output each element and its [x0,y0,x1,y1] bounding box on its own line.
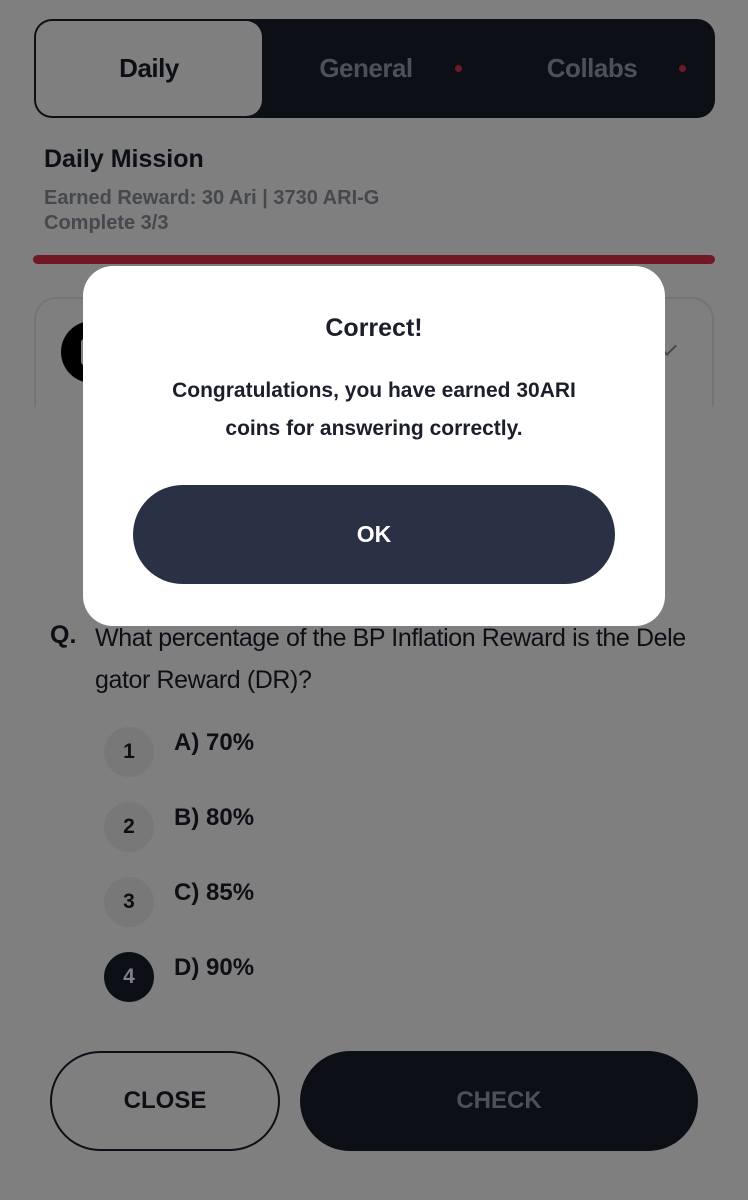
ok-button[interactable]: OK [133,485,615,584]
dialog-title: Correct! [325,314,423,342]
result-dialog: Correct! Congratulations, you have earne… [83,266,665,626]
dialog-message: Congratulations, you have earned 30ARI c… [172,379,576,440]
